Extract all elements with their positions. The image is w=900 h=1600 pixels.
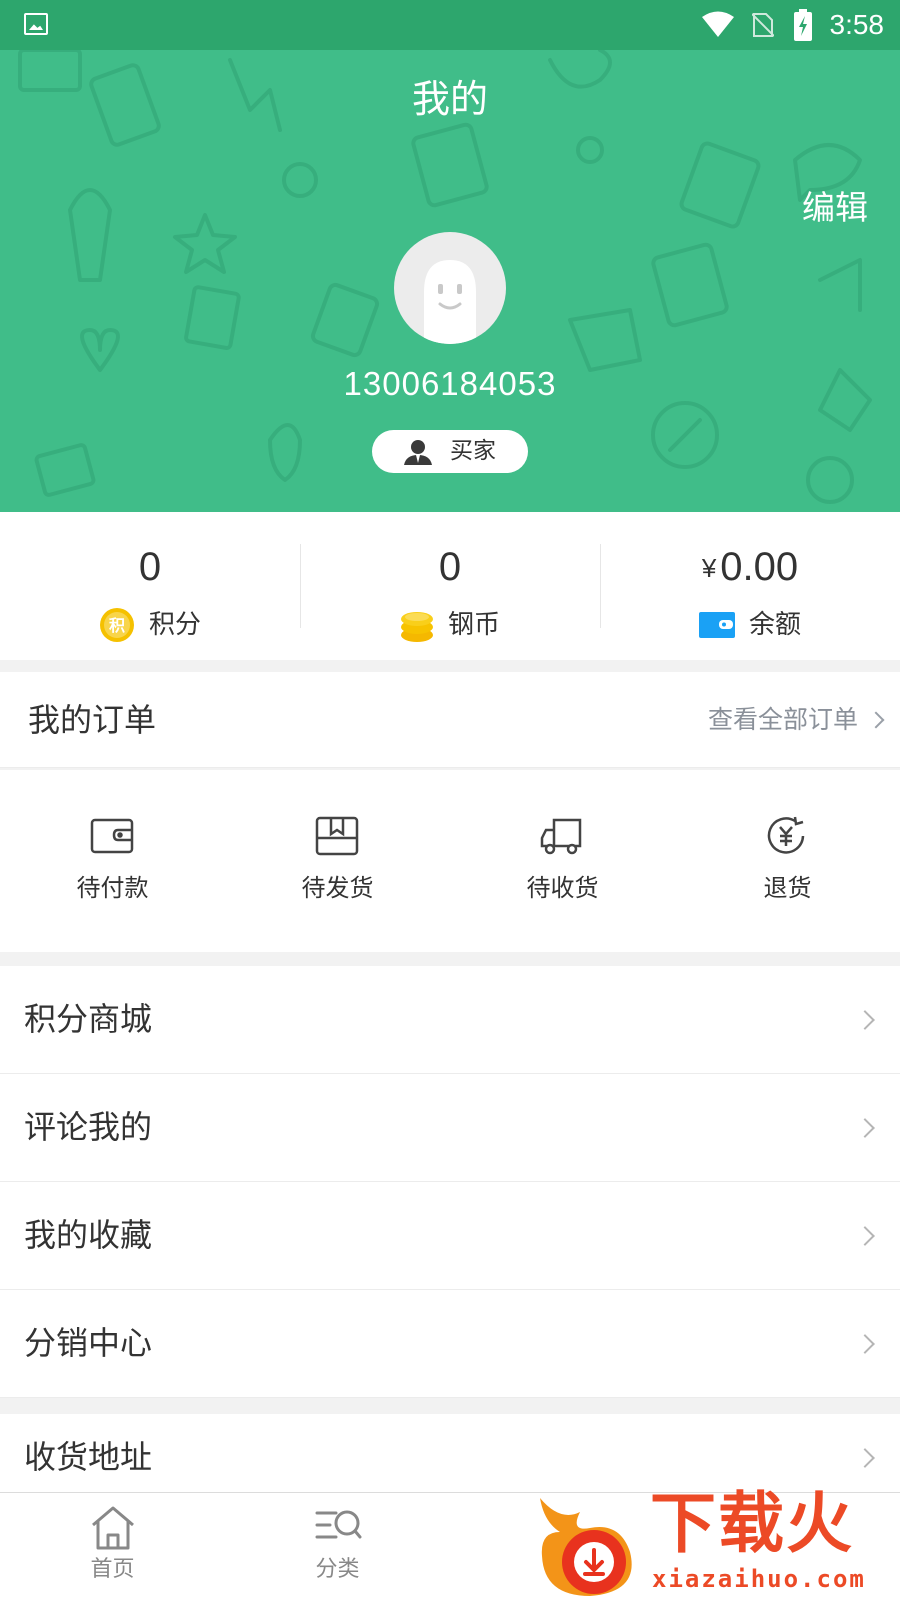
role-label: 买家 — [450, 438, 496, 464]
order-pending-receipt[interactable]: 待收货 — [450, 770, 675, 952]
menu-item-label: 收货地址 — [24, 1438, 153, 1476]
site-watermark: 下载火 xiazaihuo.com — [530, 1484, 900, 1600]
menu-item-label: 评论我的 — [24, 1108, 153, 1146]
currency-symbol: ¥ — [701, 553, 717, 583]
chevron-right-icon — [855, 1118, 875, 1138]
coins-label: 钢币 — [447, 610, 500, 640]
menu-list: 积分商城 评论我的 我的收藏 分销中心 — [0, 966, 900, 1398]
edit-button[interactable]: 编辑 — [802, 186, 868, 230]
order-refund[interactable]: 退货 — [675, 770, 900, 952]
menu-item-label: 我的收藏 — [24, 1216, 153, 1254]
wallet-icon — [698, 612, 735, 638]
balance-value: ¥0.00 — [600, 542, 900, 593]
chevron-right-icon — [867, 711, 885, 729]
balance-label: 余额 — [748, 610, 801, 640]
flame-logo — [540, 1498, 632, 1596]
truck-icon — [540, 818, 582, 855]
chevron-right-icon — [855, 1010, 875, 1030]
refund-icon — [767, 816, 805, 854]
points-icon-glyph: 积 — [109, 616, 125, 635]
tab-home[interactable]: 首页 — [0, 1493, 225, 1600]
gallery-notification-icon — [24, 13, 48, 35]
home-icon — [92, 1506, 134, 1550]
coins-icon — [400, 612, 433, 642]
chevron-right-icon — [855, 1448, 875, 1468]
menu-item-label: 分销中心 — [24, 1324, 153, 1362]
category-search-icon — [315, 1510, 362, 1539]
order-refund-label: 退货 — [763, 874, 812, 902]
menu-item-favorites[interactable]: 我的收藏 — [0, 1182, 900, 1290]
user-phone-number: 13006184053 — [343, 365, 557, 402]
menu-item-distribution-center[interactable]: 分销中心 — [0, 1290, 900, 1398]
points-icon: 积 — [99, 608, 134, 642]
tab-category[interactable]: 分类 — [225, 1493, 450, 1600]
default-avatar-icon — [424, 260, 476, 344]
balance-stat[interactable]: ¥0.00 余额 — [600, 512, 900, 660]
watermark-url-text: xiazaihuo.com — [652, 1565, 866, 1593]
order-pending-payment-label: 待付款 — [76, 874, 149, 902]
order-pending-shipment-label: 待发货 — [301, 874, 374, 902]
coins-value: 0 — [438, 545, 462, 589]
tab-home-label: 首页 — [90, 1557, 135, 1582]
balance-amount: 0.00 — [720, 545, 799, 589]
coins-stat[interactable]: 0 钢币 — [300, 512, 600, 660]
orders-title: 我的订单 — [28, 701, 157, 739]
chevron-right-icon — [855, 1226, 875, 1246]
wallet-outline-icon — [90, 818, 134, 854]
avatar[interactable] — [394, 232, 506, 344]
profile-header: 我的 编辑 13006184053 买家 — [0, 50, 900, 512]
view-all-orders-label: 查看全部订单 — [707, 705, 858, 734]
watermark-main-text: 下载火 — [650, 1485, 854, 1562]
menu-item-label: 积分商城 — [24, 1000, 153, 1038]
role-badge: 买家 — [372, 430, 528, 473]
no-sim-icon — [752, 13, 774, 37]
order-pending-receipt-label: 待收货 — [526, 874, 599, 902]
user-silhouette-icon — [404, 440, 432, 465]
status-bar: 3:58 — [0, 0, 900, 50]
order-pending-shipment[interactable]: 待发货 — [225, 770, 450, 952]
view-all-orders-link[interactable]: 查看全部订单 — [707, 672, 885, 768]
points-stat[interactable]: 0 积 积分 — [0, 512, 300, 660]
account-stats: 0 积 积分 0 钢币 ¥0.00 余额 — [0, 512, 900, 660]
menu-item-comments[interactable]: 评论我的 — [0, 1074, 900, 1182]
menu-list-secondary: 收货地址 — [0, 1414, 900, 1492]
menu-item-points-mall[interactable]: 积分商城 — [0, 966, 900, 1074]
menu-item-shipping-address[interactable]: 收货地址 — [0, 1414, 900, 1492]
orders-header: 我的订单 查看全部订单 — [0, 672, 900, 768]
order-status-row: 待付款 待发货 待收货 退货 — [0, 770, 900, 952]
status-time: 3:58 — [829, 9, 885, 40]
points-value: 0 — [138, 545, 162, 589]
wifi-icon — [702, 11, 734, 37]
points-label: 积分 — [148, 610, 201, 640]
chevron-right-icon — [855, 1334, 875, 1354]
box-icon — [315, 816, 359, 856]
battery-charging-icon — [794, 9, 812, 41]
page-title: 我的 — [411, 77, 488, 121]
tab-category-label: 分类 — [315, 1557, 360, 1582]
order-pending-payment[interactable]: 待付款 — [0, 770, 225, 952]
